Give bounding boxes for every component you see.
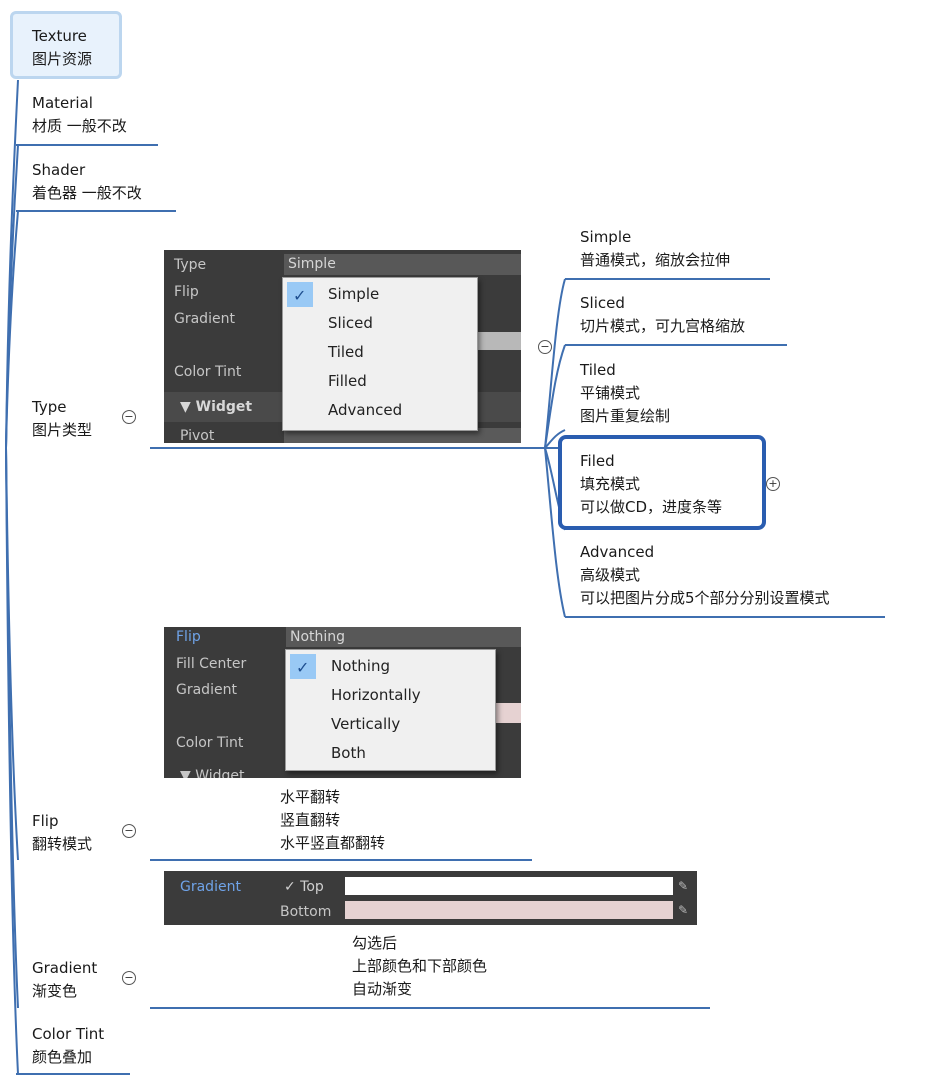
node-line: 可以把图片分成5个部分分别设置模式 <box>580 589 830 607</box>
node-simple[interactable]: Simple 普通模式，缩放会拉伸 <box>580 226 730 272</box>
node-material[interactable]: Material 材质 一般不改 <box>32 92 127 138</box>
pivot-label: Pivot <box>180 428 215 443</box>
node-advanced[interactable]: Advanced 高级模式 可以把图片分成5个部分分别设置模式 <box>580 541 830 610</box>
expand-icon[interactable]: + <box>766 477 780 491</box>
check-icon <box>290 653 316 682</box>
node-subtitle: 图片资源 <box>32 50 93 68</box>
type-option-filled[interactable]: Filled <box>283 367 477 396</box>
node-flip[interactable]: Flip 翻转模式 <box>32 810 92 856</box>
collapse-icon[interactable]: − <box>538 340 552 354</box>
node-title: Material <box>32 94 93 112</box>
node-title: Tiled <box>580 361 616 379</box>
eyedropper-icon[interactable]: ✎ <box>678 879 692 893</box>
node-title: Type <box>32 398 67 416</box>
gradient-inspector-panel: Gradient ✓ Top Bottom ✎ ✎ <box>164 871 697 925</box>
flip-select-field[interactable]: Nothing <box>286 627 521 647</box>
type-option-sliced[interactable]: Sliced <box>283 309 477 338</box>
bottom-color-field[interactable] <box>345 901 673 919</box>
check-icon <box>287 281 313 310</box>
node-underline <box>565 278 770 280</box>
flip-label: Flip <box>176 629 201 645</box>
note-line: 自动渐变 <box>352 980 413 998</box>
collapse-icon[interactable]: − <box>122 410 136 424</box>
node-subtitle: 普通模式，缩放会拉伸 <box>580 251 731 269</box>
gradient-notes: 勾选后 上部颜色和下部颜色 自动渐变 <box>352 932 487 1001</box>
type-label: Type <box>174 257 207 273</box>
node-title: Flip <box>32 812 59 830</box>
node-subtitle: 切片模式，可九宫格缩放 <box>580 317 746 335</box>
node-line: 高级模式 <box>580 566 641 584</box>
type-option-advanced[interactable]: Advanced <box>283 396 477 425</box>
flip-option-both[interactable]: Both <box>286 739 495 768</box>
node-line: 图片重复绘制 <box>580 407 671 425</box>
node-shader[interactable]: Shader 着色器 一般不改 <box>32 159 142 205</box>
note-line: 水平翻转 <box>280 788 341 806</box>
type-dropdown-menu: Simple Sliced Tiled Filled Advanced <box>282 277 478 431</box>
note-line: 水平竖直都翻转 <box>280 834 386 852</box>
node-subtitle: 图片类型 <box>32 421 93 439</box>
node-title: Filed <box>580 452 615 470</box>
node-subtitle: 着色器 一般不改 <box>32 184 142 202</box>
gradient-swatch <box>496 703 521 723</box>
type-option-simple[interactable]: Simple <box>283 280 477 310</box>
top-color-field[interactable] <box>345 877 673 895</box>
note-line: 勾选后 <box>352 934 398 952</box>
node-line: 填充模式 <box>580 475 641 493</box>
flip-label: Flip <box>174 284 199 300</box>
node-title: Color Tint <box>32 1025 105 1043</box>
node-underline <box>16 210 176 212</box>
node-line: 平铺模式 <box>580 384 641 402</box>
flip-dropdown-menu: Nothing Horizontally Vertically Both <box>285 649 496 771</box>
flip-notes: 水平翻转 竖直翻转 水平竖直都翻转 <box>280 786 385 855</box>
type-select-field[interactable]: Simple <box>284 254 521 275</box>
node-filed[interactable]: Filed 填充模式 可以做CD，进度条等 <box>580 450 722 519</box>
gradient-label: Gradient <box>174 311 235 327</box>
node-subtitle: 颜色叠加 <box>32 1048 93 1066</box>
gradient-label: Gradient <box>176 682 237 698</box>
node-title: Gradient <box>32 959 98 977</box>
node-underline <box>16 1073 130 1075</box>
note-line: 上部颜色和下部颜色 <box>352 957 488 975</box>
node-title: Shader <box>32 161 86 179</box>
node-type[interactable]: Type 图片类型 <box>32 396 92 442</box>
node-subtitle: 材质 一般不改 <box>32 117 127 135</box>
node-title: Sliced <box>580 294 625 312</box>
node-subtitle: 渐变色 <box>32 982 78 1000</box>
color-tint-label: Color Tint <box>174 364 242 380</box>
flip-option-horizontally[interactable]: Horizontally <box>286 681 495 710</box>
flip-option-nothing[interactable]: Nothing <box>286 652 495 682</box>
node-title: Advanced <box>580 543 655 561</box>
note-line: 竖直翻转 <box>280 811 341 829</box>
node-underline <box>16 144 158 146</box>
eyedropper-icon[interactable]: ✎ <box>678 903 692 917</box>
gradient-swatch <box>476 332 521 350</box>
node-line: 可以做CD，进度条等 <box>580 498 723 516</box>
node-gradient[interactable]: Gradient 渐变色 <box>32 957 97 1003</box>
node-subtitle: 翻转模式 <box>32 835 93 853</box>
fill-center-label: Fill Center <box>176 656 247 672</box>
gradient-label: Gradient <box>180 879 241 895</box>
node-underline <box>565 344 787 346</box>
widget-section-label[interactable]: ▼ Widget <box>180 768 245 778</box>
type-option-tiled[interactable]: Tiled <box>283 338 477 367</box>
node-color-tint[interactable]: Color Tint 颜色叠加 <box>32 1023 104 1069</box>
node-title: Texture <box>32 27 87 45</box>
node-title: Simple <box>580 228 632 246</box>
flip-option-vertically[interactable]: Vertically <box>286 710 495 739</box>
color-tint-label: Color Tint <box>176 735 244 751</box>
node-sliced[interactable]: Sliced 切片模式，可九宫格缩放 <box>580 292 745 338</box>
node-texture[interactable]: Texture 图片资源 <box>32 25 92 71</box>
collapse-icon[interactable]: − <box>122 971 136 985</box>
collapse-icon[interactable]: − <box>122 824 136 838</box>
node-tiled[interactable]: Tiled 平铺模式 图片重复绘制 <box>580 359 670 428</box>
top-checkbox[interactable]: ✓ Top <box>284 879 324 895</box>
node-underline <box>565 616 885 618</box>
widget-section-label[interactable]: ▼ Widget <box>180 399 252 415</box>
bottom-label: Bottom <box>280 904 332 920</box>
